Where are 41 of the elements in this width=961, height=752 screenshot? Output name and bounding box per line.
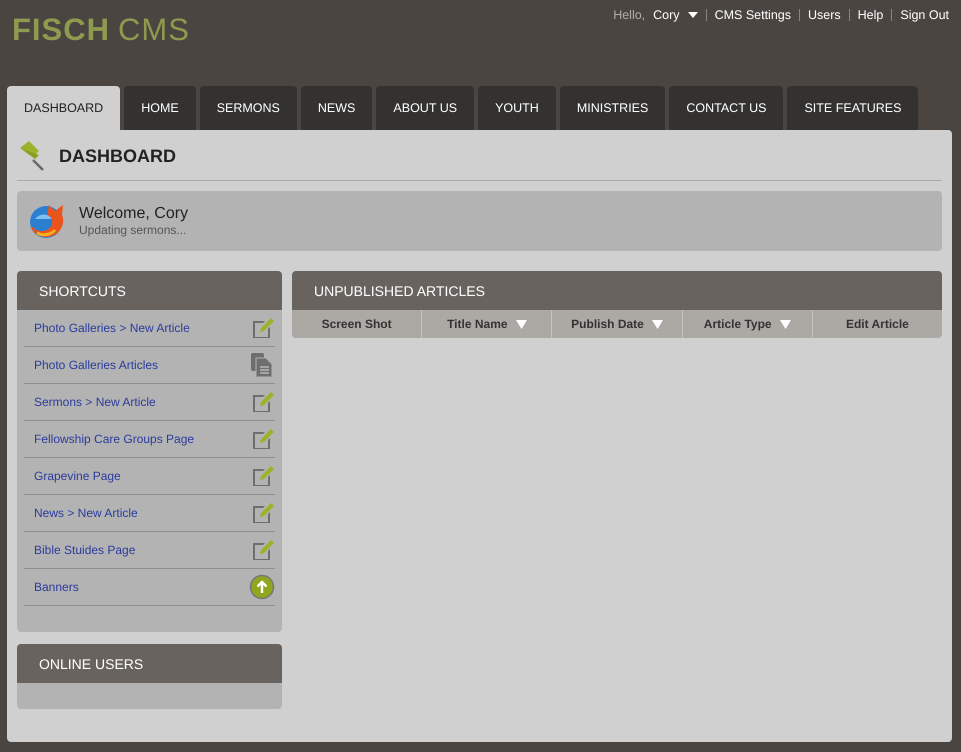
shortcut-link[interactable]: Fellowship Care Groups Page <box>34 432 194 446</box>
column-header[interactable]: Publish Date <box>552 310 683 338</box>
page-title: DASHBOARD <box>59 146 176 166</box>
greeting: Hello, <box>613 8 646 22</box>
panel-header: ONLINE USERS <box>17 644 282 683</box>
upload-icon[interactable] <box>249 574 275 600</box>
nav-tab[interactable]: DASHBOARD <box>7 86 120 130</box>
header-link[interactable]: Sign Out <box>900 8 949 22</box>
nav-tab[interactable]: ABOUT US <box>376 86 474 130</box>
sort-icon[interactable] <box>780 320 791 328</box>
header-link[interactable]: CMS Settings <box>714 8 791 22</box>
welcome-title: Welcome, Cory <box>79 205 188 223</box>
header-link[interactable]: Help <box>858 8 884 22</box>
nav-tab[interactable]: CONTACT US <box>669 86 784 130</box>
shortcut-link[interactable]: Bible Stuides Page <box>34 543 136 557</box>
nav-tab[interactable]: SITE FEATURES <box>787 86 918 130</box>
sort-icon[interactable] <box>516 320 527 328</box>
shortcut-link[interactable]: Sermons > New Article <box>34 395 156 409</box>
nav-tab[interactable]: SERMONS <box>200 86 297 130</box>
shortcut-link[interactable]: News > New Article <box>34 506 138 520</box>
caret-icon[interactable] <box>688 12 698 18</box>
nav-tab[interactable]: MINISTRIES <box>560 86 666 130</box>
nav-tab[interactable]: YOUTH <box>478 86 556 130</box>
panel-header: SHORTCUTS <box>17 271 282 310</box>
shortcut-link[interactable]: Photo Galleries Articles <box>34 358 158 372</box>
column-header: Screen Shot <box>292 310 422 338</box>
user-name[interactable]: Cory <box>653 8 680 22</box>
column-header: Edit Article <box>844 316 910 333</box>
shortcut-link[interactable]: Grapevine Page <box>34 469 121 483</box>
sort-icon[interactable] <box>652 320 663 328</box>
column-header[interactable]: Article Type <box>682 310 813 338</box>
panel-header: UNPUBLISHED ARTICLES <box>292 271 942 310</box>
shortcut-link[interactable]: Banners <box>34 580 79 594</box>
header-link[interactable]: Users <box>808 8 841 22</box>
nav-tab[interactable]: NEWS <box>300 86 372 130</box>
logo-text: FISCH <box>12 12 110 48</box>
column-header[interactable]: Title Name <box>422 310 552 338</box>
status-text: Updating sermons... <box>79 223 188 237</box>
logo-text: CMS <box>118 12 190 48</box>
nav-tab[interactable]: HOME <box>124 86 196 130</box>
shortcut-link[interactable]: Photo Galleries > New Article <box>34 321 190 335</box>
